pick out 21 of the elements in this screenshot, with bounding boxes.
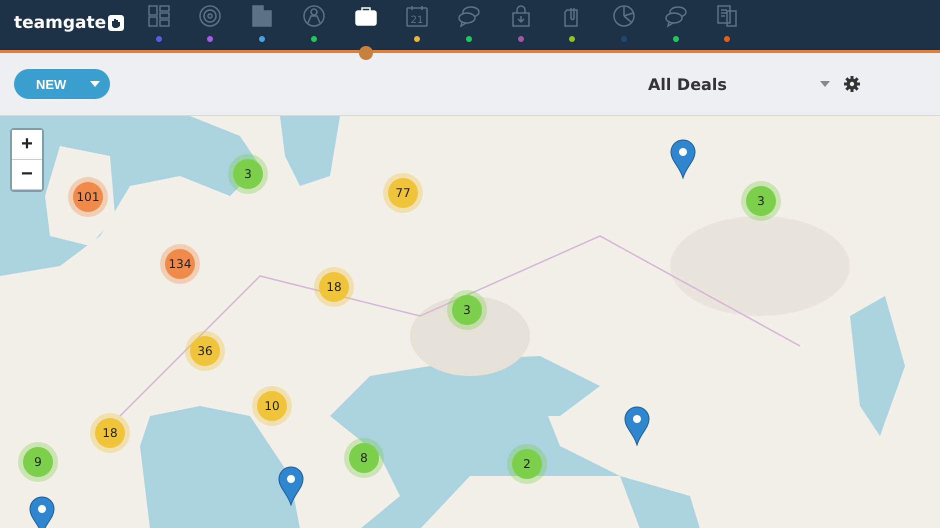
map-pin-icon[interactable] (670, 139, 696, 179)
chat-icon (664, 4, 688, 28)
target-icon (198, 4, 222, 28)
settings-icon[interactable] (844, 76, 860, 92)
person-icon (302, 4, 326, 28)
caret-icon[interactable] (820, 81, 830, 87)
map-pin-icon[interactable] (278, 466, 304, 506)
logo-text: teamgate (14, 13, 106, 33)
chat-icon (457, 4, 481, 28)
caret-icon (90, 81, 100, 87)
zoom-out-button[interactable]: − (12, 160, 42, 190)
zoom-in-button[interactable]: + (12, 130, 42, 160)
document-icon (715, 4, 739, 28)
hand-icon (108, 15, 124, 31)
calendar-icon: 21 (405, 4, 429, 28)
map-pin-icon[interactable] (624, 406, 650, 446)
pie-icon (612, 4, 636, 28)
map-pin-icon[interactable] (29, 496, 55, 528)
active-indicator (359, 46, 373, 60)
view-selector[interactable]: All Deals (648, 74, 727, 94)
dashboard-icon (147, 4, 171, 28)
